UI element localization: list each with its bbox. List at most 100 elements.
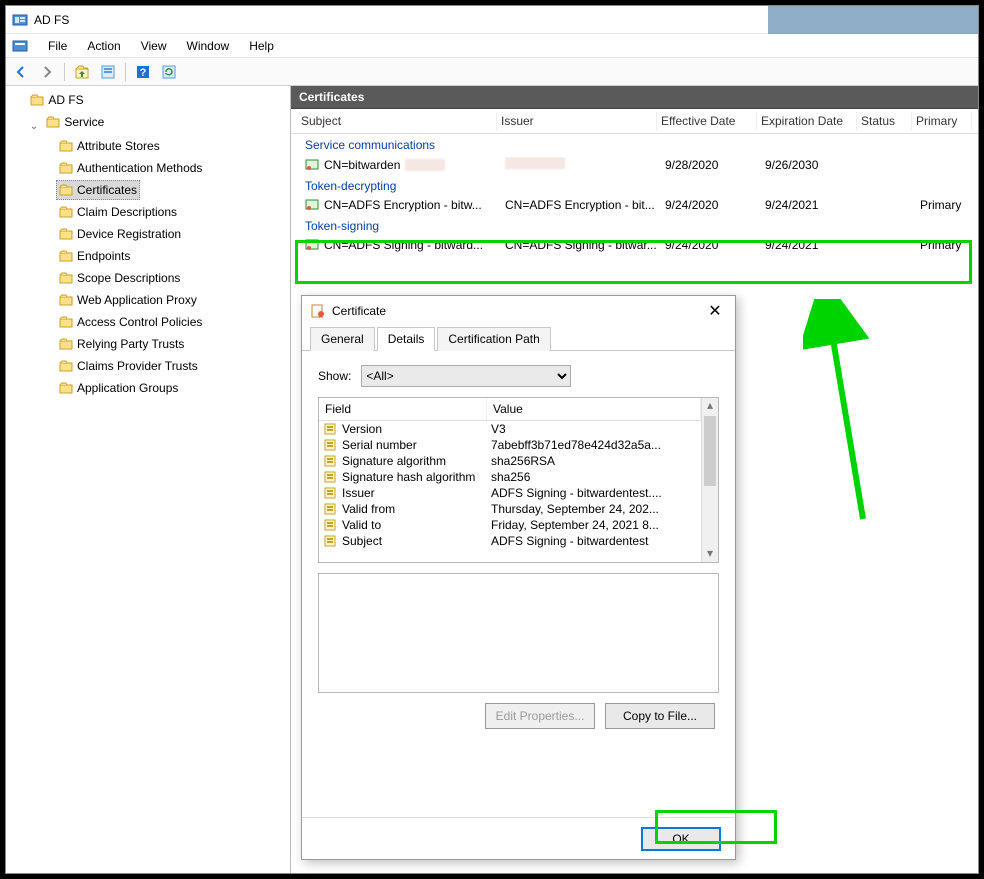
tab-details[interactable]: Details: [377, 327, 436, 351]
col-expiration[interactable]: Expiration Date: [757, 112, 857, 130]
scroll-thumb[interactable]: [704, 416, 716, 486]
tree-item[interactable]: Access Control Policies: [56, 312, 205, 332]
list-header: Subject Issuer Effective Date Expiration…: [291, 109, 978, 134]
field-row[interactable]: IssuerADFS Signing - bitwardentest....: [319, 485, 701, 501]
tree-item-label: Relying Party Trusts: [77, 335, 184, 353]
nav-back-button[interactable]: [10, 61, 32, 83]
tree-item[interactable]: Application Groups: [56, 378, 181, 398]
tree-service[interactable]: Service: [43, 112, 107, 132]
folder-icon: [59, 249, 73, 263]
titlebar: AD FS: [6, 6, 978, 34]
certificate-row[interactable]: CN=bitwarden9/28/20209/26/2030: [291, 154, 978, 175]
tree-item[interactable]: Claim Descriptions: [56, 202, 180, 222]
tree-item-label: Web Application Proxy: [77, 291, 197, 309]
dialog-titlebar: Certificate ✕: [302, 296, 735, 326]
tree-item[interactable]: Device Registration: [56, 224, 184, 244]
menubar: File Action View Window Help: [6, 34, 978, 58]
show-row: Show: <All>: [318, 365, 719, 387]
field-col-value[interactable]: Value: [487, 398, 701, 420]
tree-pane[interactable]: AD FS ⌄ Service Attribute StoresAuthenti…: [6, 86, 291, 873]
tree-item[interactable]: Endpoints: [56, 246, 133, 266]
tree-item-label: Endpoints: [77, 247, 130, 265]
folder-icon: [46, 115, 60, 129]
certificate-row[interactable]: CN=ADFS Encryption - bitw...CN=ADFS Encr…: [291, 195, 978, 215]
menu-help[interactable]: Help: [239, 36, 284, 56]
main-pane: Certificates Subject Issuer Effective Da…: [291, 86, 978, 873]
col-issuer[interactable]: Issuer: [497, 112, 657, 130]
tree-item[interactable]: Claims Provider Trusts: [56, 356, 201, 376]
dialog-close-button[interactable]: ✕: [703, 301, 727, 321]
field-icon: [323, 534, 337, 548]
menu-window[interactable]: Window: [177, 36, 240, 56]
edit-properties-button: Edit Properties...: [485, 703, 595, 729]
adfs-app-icon: [12, 12, 28, 28]
adfs-window: AD FS File Action View Window Help ?: [5, 5, 979, 874]
tree-item[interactable]: Web Application Proxy: [56, 290, 200, 310]
tree-root[interactable]: AD FS: [27, 90, 86, 110]
tree-item[interactable]: Relying Party Trusts: [56, 334, 187, 354]
tree-root-label: AD FS: [48, 91, 83, 109]
field-row[interactable]: Signature hash algorithmsha256: [319, 469, 701, 485]
list-group-header: Token-signing: [291, 215, 978, 235]
field-row[interactable]: Valid toFriday, September 24, 2021 8...: [319, 517, 701, 533]
menu-file[interactable]: File: [38, 36, 77, 56]
folder-icon: [30, 93, 44, 107]
menu-view[interactable]: View: [131, 36, 177, 56]
folder-icon: [59, 271, 73, 285]
scrollbar[interactable]: ▴ ▾: [701, 398, 718, 562]
field-icon: [323, 518, 337, 532]
field-row[interactable]: Serial number7abebff3b71ed78e424d32a5a..…: [319, 437, 701, 453]
col-subject[interactable]: Subject: [297, 112, 497, 130]
col-primary[interactable]: Primary: [912, 112, 972, 130]
help-button[interactable]: ?: [132, 61, 154, 83]
dialog-button-row: Edit Properties... Copy to File...: [318, 703, 719, 729]
col-status[interactable]: Status: [857, 112, 912, 130]
field-table[interactable]: Field Value VersionV3Serial number7abebf…: [319, 398, 701, 562]
certificate-row[interactable]: CN=ADFS Signing - bitward...CN=ADFS Sign…: [291, 235, 978, 255]
nav-forward-button[interactable]: [36, 61, 58, 83]
scroll-up-icon[interactable]: ▴: [702, 398, 718, 414]
field-row[interactable]: Valid fromThursday, September 24, 202...: [319, 501, 701, 517]
tree-item[interactable]: Authentication Methods: [56, 158, 205, 178]
field-detail-box: [318, 573, 719, 693]
certificate-icon: [305, 198, 319, 212]
field-row[interactable]: SubjectADFS Signing - bitwardentest: [319, 533, 701, 549]
certificate-icon: [305, 238, 319, 252]
toolbar-separator: [64, 63, 65, 81]
dialog-title: Certificate: [332, 304, 386, 318]
twisty-service[interactable]: ⌄: [28, 118, 40, 136]
field-row[interactable]: VersionV3: [319, 421, 701, 437]
tree-item[interactable]: Certificates: [56, 180, 140, 200]
show-select[interactable]: <All>: [361, 365, 571, 387]
folder-icon: [59, 337, 73, 351]
field-col-name[interactable]: Field: [319, 398, 487, 420]
certificate-icon: [305, 158, 319, 172]
tree-item[interactable]: Scope Descriptions: [56, 268, 183, 288]
list-group-header: Service communications: [291, 134, 978, 154]
ok-button[interactable]: OK: [641, 827, 721, 851]
certificate-list[interactable]: Subject Issuer Effective Date Expiration…: [291, 109, 978, 873]
folder-icon: [59, 359, 73, 373]
show-label: Show:: [318, 369, 351, 383]
tab-certpath[interactable]: Certification Path: [437, 327, 550, 351]
folder-icon: [59, 139, 73, 153]
field-icon: [323, 470, 337, 484]
scroll-down-icon[interactable]: ▾: [702, 546, 718, 562]
mmc-icon: [12, 38, 28, 54]
field-icon: [323, 422, 337, 436]
field-icon: [323, 502, 337, 516]
up-button[interactable]: [71, 61, 93, 83]
field-list: Field Value VersionV3Serial number7abebf…: [318, 397, 719, 563]
tree-item[interactable]: Attribute Stores: [56, 136, 163, 156]
refresh-button[interactable]: [158, 61, 180, 83]
folder-icon: [59, 161, 73, 175]
field-row[interactable]: Signature algorithmsha256RSA: [319, 453, 701, 469]
tab-general[interactable]: General: [310, 327, 375, 351]
properties-button[interactable]: [97, 61, 119, 83]
col-effective[interactable]: Effective Date: [657, 112, 757, 130]
menu-action[interactable]: Action: [77, 36, 130, 56]
titlebar-redacted: [768, 6, 978, 34]
tree-item-label: Access Control Policies: [77, 313, 202, 331]
folder-icon: [59, 381, 73, 395]
copy-to-file-button[interactable]: Copy to File...: [605, 703, 715, 729]
